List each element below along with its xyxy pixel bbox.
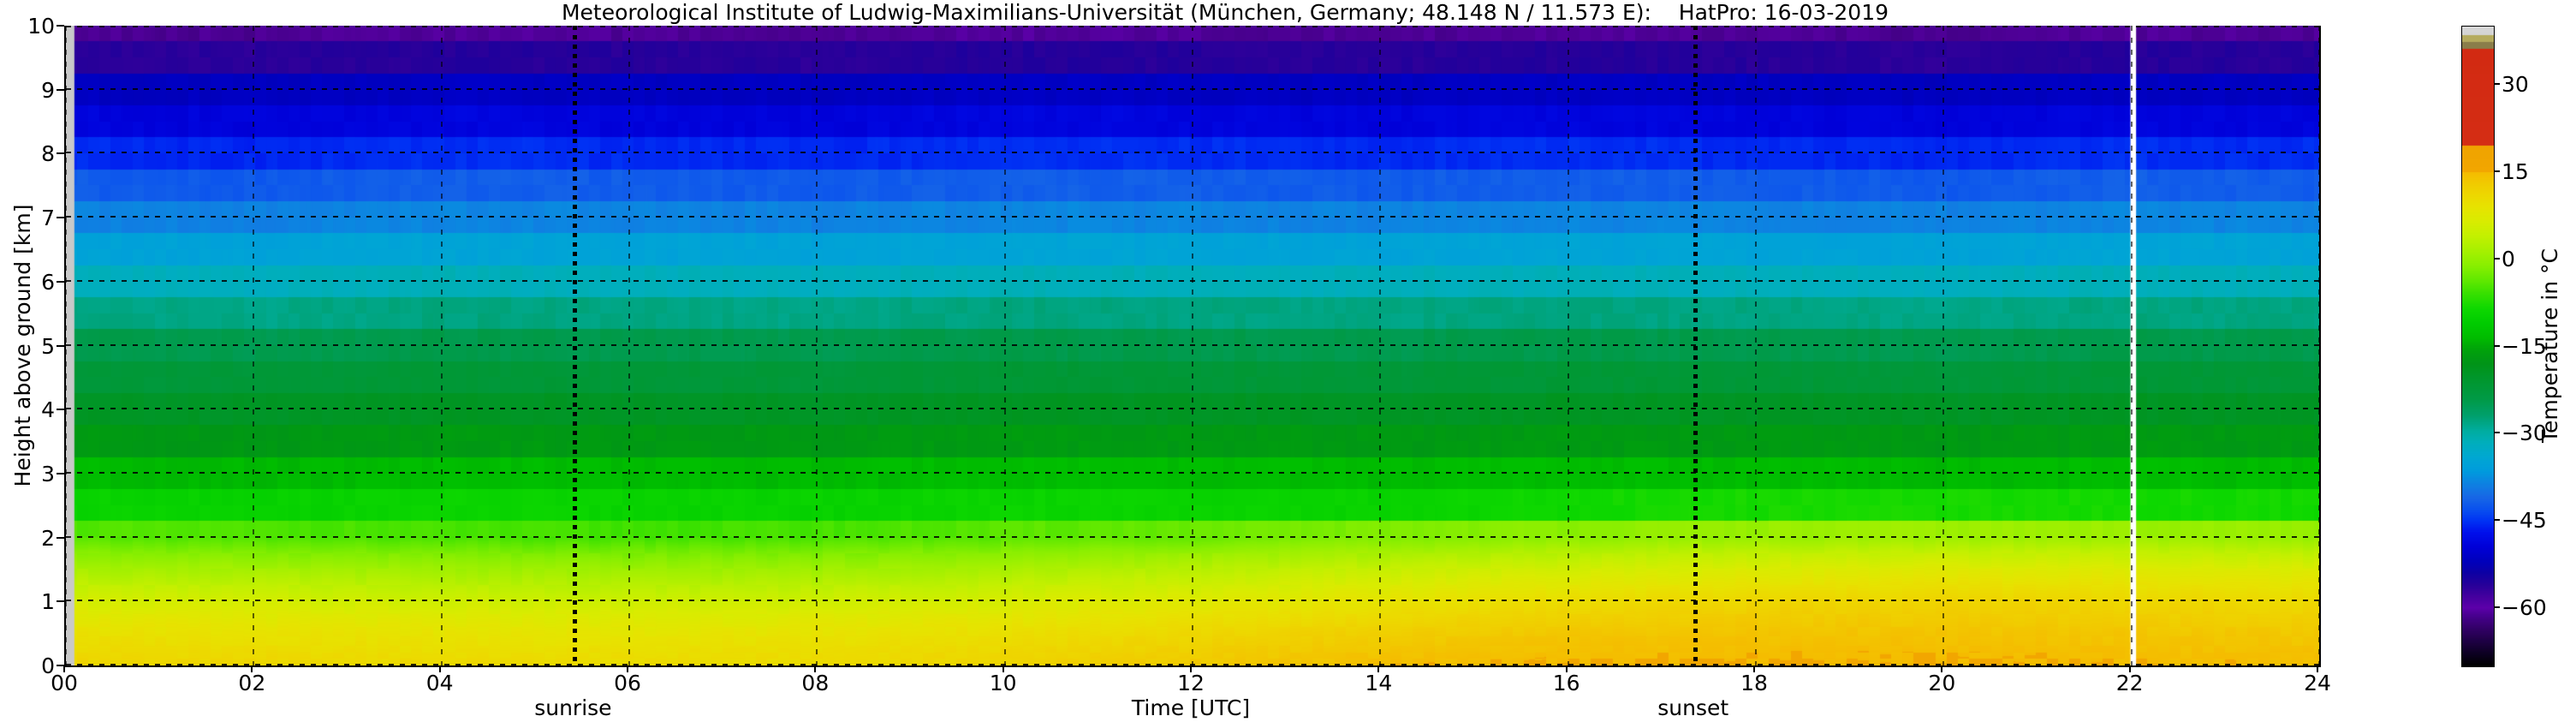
y-gridline — [66, 535, 2319, 538]
y-tick-mark — [57, 409, 64, 411]
sunrise-annotation: sunrise — [534, 695, 612, 720]
y-tick-label: 8 — [41, 141, 55, 167]
plot-area — [64, 26, 2321, 667]
colorbar-tick-mark — [2494, 257, 2500, 260]
x-tick-label: 24 — [2304, 671, 2331, 695]
x-gridline — [1379, 26, 1382, 665]
y-gridline — [66, 408, 2319, 410]
y-tick-mark — [57, 472, 64, 474]
x-gridline — [253, 26, 255, 665]
y-tick-mark — [57, 88, 64, 91]
y-tick-label: 10 — [27, 14, 55, 39]
colorbar-label: Temperature in °C — [2537, 248, 2562, 444]
x-gridline — [65, 26, 67, 665]
y-tick-mark — [57, 600, 64, 603]
y-tick-mark — [57, 152, 64, 155]
colorbar-tick-mark — [2494, 82, 2500, 85]
y-tick-mark — [57, 25, 64, 27]
x-tick-label: 12 — [1177, 671, 1205, 695]
x-axis-label: Time [UTC] — [1131, 695, 1251, 720]
y-gridline — [66, 664, 2319, 665]
x-gridline — [440, 26, 443, 665]
y-tick-mark — [57, 217, 64, 219]
figure-title: Meteorological Institute of Ludwig-Maxim… — [561, 0, 1889, 25]
x-gridline — [1567, 26, 1569, 665]
y-tick-label: 0 — [41, 653, 55, 678]
y-tick-label: 9 — [41, 77, 55, 103]
x-gridline — [1192, 26, 1193, 665]
x-tick-label: 14 — [1365, 671, 1393, 695]
y-gridline — [66, 152, 2319, 154]
colorbar-tick-mark — [2494, 344, 2500, 347]
y-gridline — [66, 279, 2319, 282]
y-tick-label: 5 — [41, 333, 55, 359]
colorbar-tick-mark — [2494, 432, 2500, 434]
sunset-line — [1693, 26, 1698, 665]
x-gridline — [2318, 26, 2320, 665]
y-gridline — [66, 471, 2319, 474]
x-gridline — [816, 26, 818, 665]
y-tick-label: 2 — [41, 525, 55, 551]
sunset-annotation: sunset — [1657, 695, 1729, 720]
figure: Meteorological Institute of Ludwig-Maxim… — [0, 0, 2576, 728]
x-tick-label: 02 — [238, 671, 266, 695]
y-tick-label: 1 — [41, 589, 55, 615]
colorbar-tick-mark — [2494, 606, 2500, 609]
y-gridline — [66, 343, 2319, 346]
y-tick-mark — [57, 536, 64, 539]
x-gridline — [1003, 26, 1006, 665]
colorbar-tick-mark — [2494, 170, 2500, 172]
y-tick-label: 7 — [41, 206, 55, 231]
y-tick-label: 3 — [41, 461, 55, 486]
sunrise-line — [573, 26, 578, 665]
y-gridline — [66, 600, 2319, 602]
y-tick-label: 4 — [41, 397, 55, 423]
x-tick-label: 04 — [425, 671, 454, 695]
y-tick-mark — [57, 280, 64, 283]
colorbar-tick-mark — [2494, 519, 2500, 522]
y-tick-mark — [57, 344, 64, 347]
x-gridline — [1942, 26, 1945, 665]
colorbar-canvas — [2461, 26, 2495, 667]
x-tick-label: 06 — [614, 671, 641, 695]
y-tick-label: 6 — [41, 269, 55, 295]
x-gridline — [1755, 26, 1757, 665]
x-gridline — [2130, 26, 2133, 665]
y-tick-mark — [57, 665, 64, 666]
y-gridline — [66, 216, 2319, 218]
x-tick-label: 16 — [1552, 671, 1580, 695]
x-tick-label: 22 — [2115, 671, 2144, 695]
x-tick-label: 18 — [1740, 671, 1768, 695]
x-tick-label: 08 — [801, 671, 830, 695]
y-gridline — [66, 87, 2319, 90]
x-tick-label: 20 — [1928, 671, 1956, 695]
x-gridline — [628, 26, 630, 665]
y-gridline — [66, 26, 2319, 27]
x-tick-label: 10 — [989, 671, 1017, 695]
